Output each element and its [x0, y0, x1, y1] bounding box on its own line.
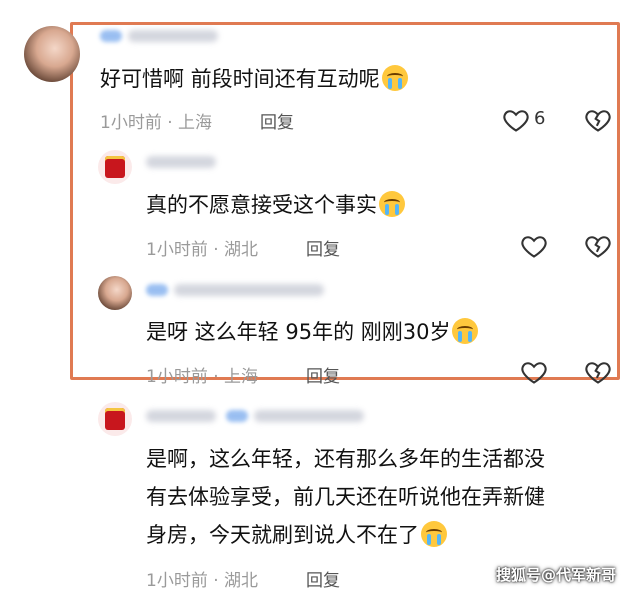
reply-button[interactable]: 回复: [306, 566, 340, 591]
avatar[interactable]: [24, 26, 80, 82]
comment-text-line: 身房，今天就刷到说人不在了: [146, 520, 447, 550]
comment-text: 真的不愿意接受这个事实: [146, 190, 405, 220]
reply-button[interactable]: 回复: [260, 108, 294, 133]
comment-meta: 1小时前 · 上海: [146, 367, 259, 387]
avatar-badge: [105, 156, 125, 178]
username-blurred[interactable]: [146, 156, 216, 168]
crying-emoji-icon: [381, 65, 408, 91]
avatar-badge: [105, 408, 125, 430]
broken-heart-icon[interactable]: [584, 358, 612, 386]
username-blurred[interactable]: [254, 410, 364, 422]
like-count: 6: [534, 108, 546, 129]
reply-button[interactable]: 回复: [306, 235, 340, 260]
comment-meta: 1小时前 · 湖北: [146, 571, 259, 591]
username-blurred[interactable]: [226, 410, 248, 422]
username-blurred[interactable]: [146, 284, 168, 296]
username-blurred[interactable]: [174, 284, 324, 296]
crying-emoji-icon: [452, 318, 479, 344]
watermark: 搜狐号@代军新哥: [496, 566, 617, 584]
comment-meta: 1小时前 · 上海: [100, 113, 213, 133]
comment-meta: 1小时前 · 湖北: [146, 240, 259, 260]
username-blurred[interactable]: [100, 30, 122, 42]
heart-icon[interactable]: [502, 106, 530, 134]
username-blurred[interactable]: [146, 410, 216, 422]
comment-text-line: 有去体验享受，前几天还在听说他在弄新健: [146, 485, 545, 509]
crying-emoji-icon: [379, 191, 405, 217]
heart-icon[interactable]: [520, 358, 548, 386]
broken-heart-icon[interactable]: [584, 232, 612, 260]
username-blurred[interactable]: [128, 30, 218, 42]
broken-heart-icon[interactable]: [584, 106, 612, 134]
comment-text: 好可惜啊 前段时间还有互动呢: [100, 64, 408, 94]
crying-emoji-icon: [421, 521, 447, 547]
avatar[interactable]: [98, 150, 132, 184]
avatar[interactable]: [98, 276, 132, 310]
comment-text: 是呀 这么年轻 95年的 刚刚30岁: [146, 317, 479, 347]
reply-button[interactable]: 回复: [306, 362, 340, 387]
avatar[interactable]: [98, 402, 132, 436]
heart-icon[interactable]: [520, 232, 548, 260]
comment-text-line: 是啊，这么年轻，还有那么多年的生活都没: [146, 447, 545, 471]
